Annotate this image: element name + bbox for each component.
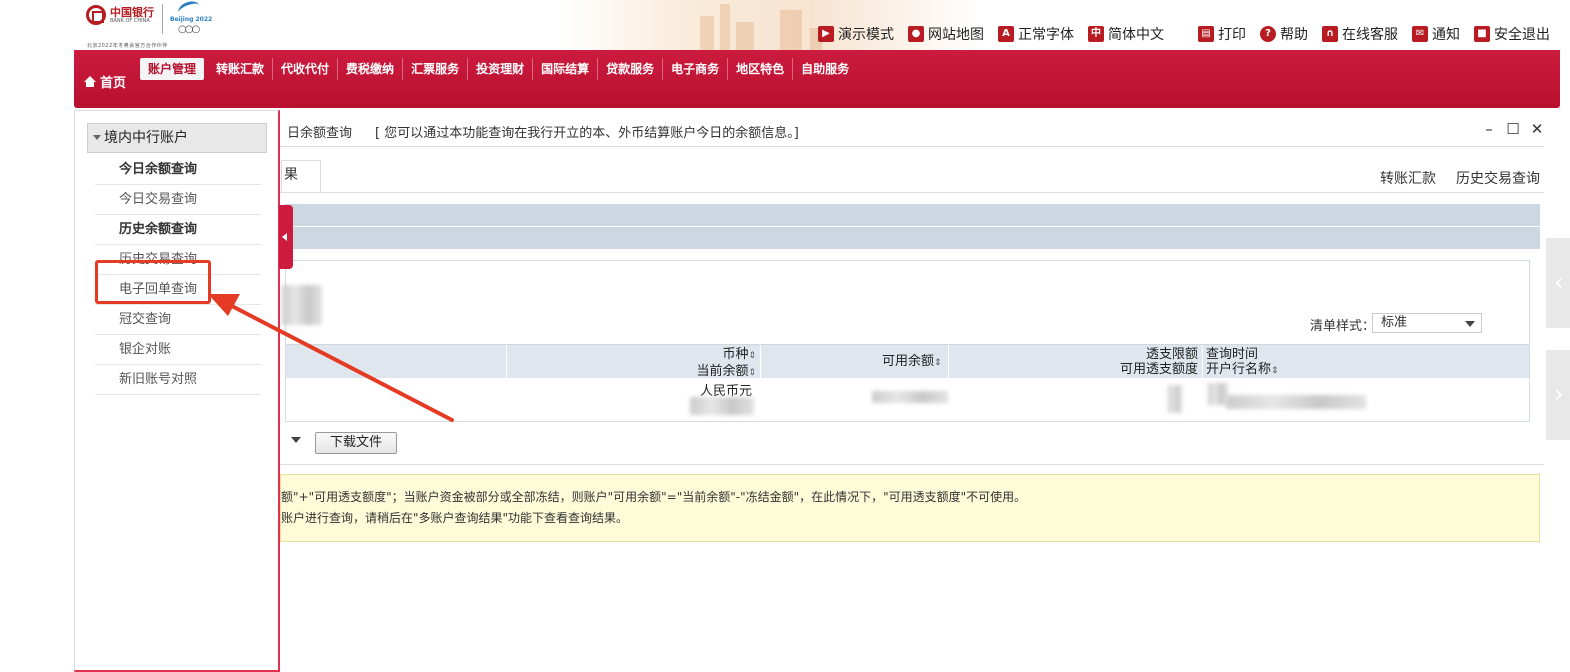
annotation-arrow xyxy=(208,294,454,422)
